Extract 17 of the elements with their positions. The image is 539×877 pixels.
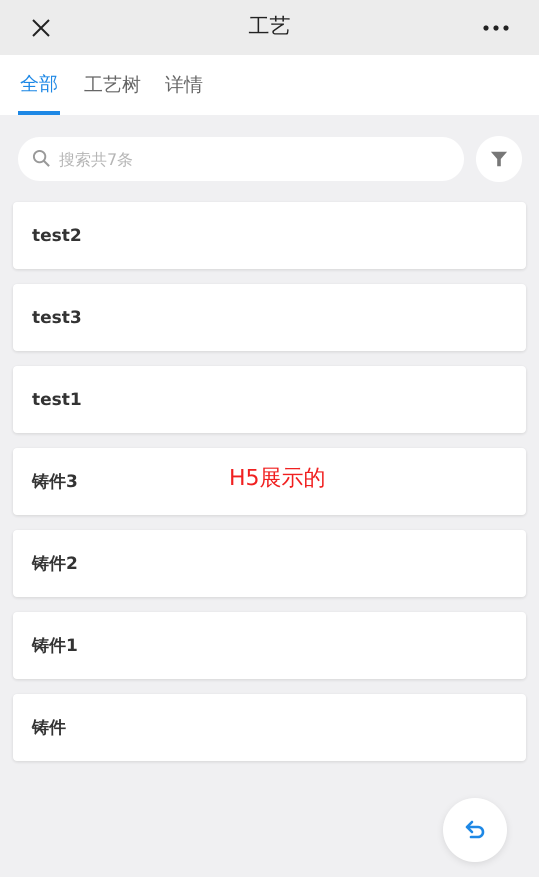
tab[interactable]: 详情 bbox=[165, 55, 203, 115]
filter-button[interactable] bbox=[476, 136, 522, 182]
search-field[interactable]: 搜索共7条 bbox=[18, 137, 464, 181]
list-item[interactable]: test1 bbox=[13, 366, 526, 433]
filter-icon bbox=[490, 150, 508, 168]
search-icon bbox=[32, 149, 51, 168]
tab[interactable]: 工艺树 bbox=[84, 55, 141, 115]
list-item[interactable]: test3 bbox=[13, 284, 526, 351]
more-icon[interactable] bbox=[483, 24, 509, 30]
close-icon[interactable] bbox=[31, 18, 51, 38]
list-item[interactable]: test2 bbox=[13, 202, 526, 269]
tab[interactable]: 全部 bbox=[18, 55, 60, 115]
list-item[interactable]: 铸件2 bbox=[13, 530, 526, 597]
list-item[interactable]: 铸件1 bbox=[13, 612, 526, 679]
page-title: 工艺 bbox=[248, 13, 290, 40]
annotation-text: H5展示的 bbox=[229, 465, 326, 493]
list-item[interactable]: 铸件 bbox=[13, 694, 526, 761]
